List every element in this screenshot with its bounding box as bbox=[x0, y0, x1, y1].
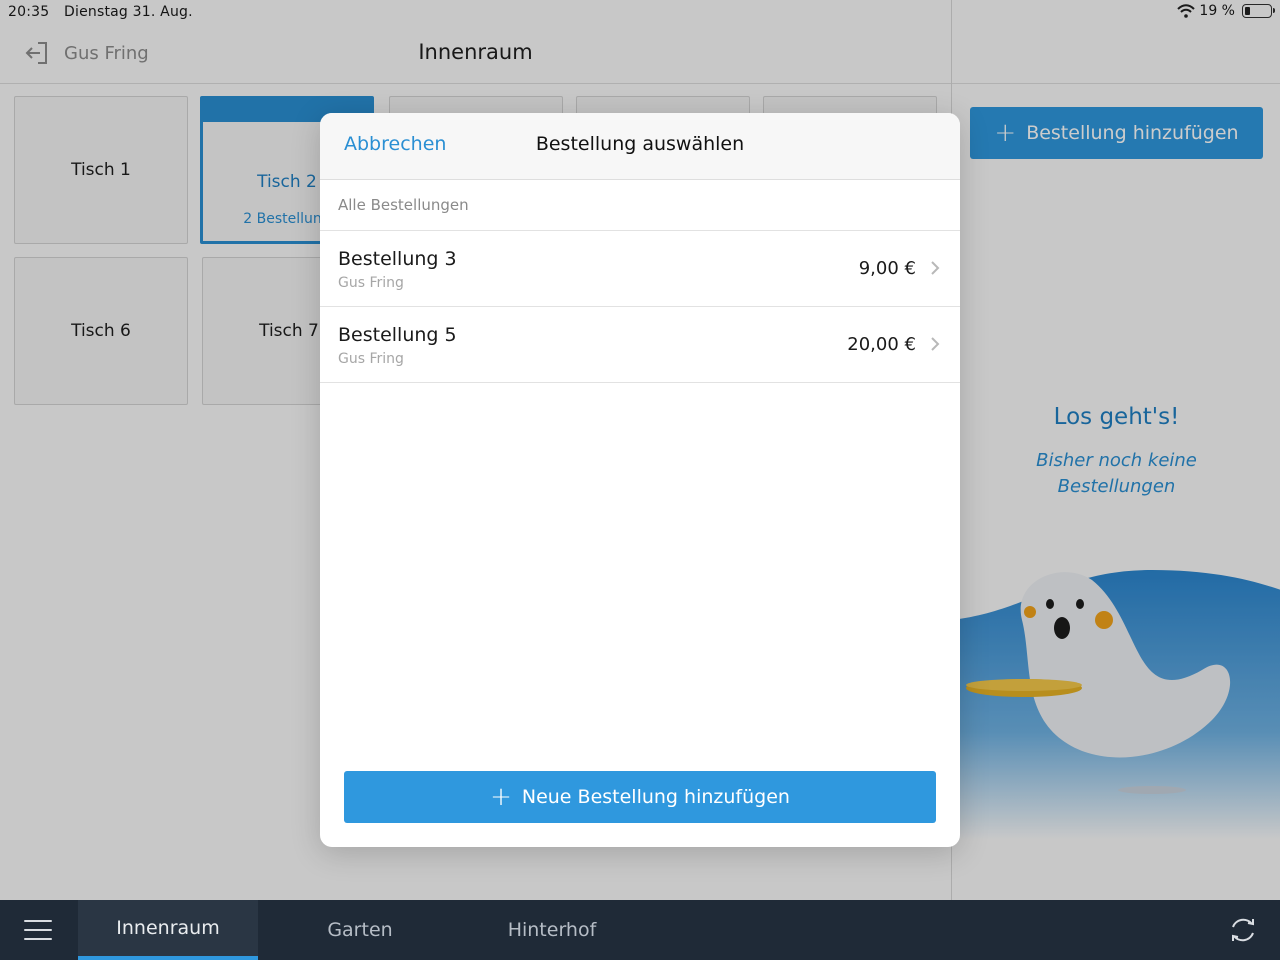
hamburger-menu-icon[interactable] bbox=[24, 920, 52, 940]
order-price: 9,00 € bbox=[858, 258, 916, 279]
dialog-header: Abbrechen Bestellung auswählen bbox=[320, 113, 960, 180]
order-price: 20,00 € bbox=[847, 334, 916, 355]
tab-label: Hinterhof bbox=[507, 919, 597, 941]
order-name: Bestellung 5 bbox=[338, 324, 457, 346]
order-user: Gus Fring bbox=[338, 351, 404, 367]
order-name: Bestellung 3 bbox=[338, 248, 457, 270]
bottom-tab-bar: Innenraum Garten Hinterhof bbox=[0, 900, 1280, 960]
tab-innenraum[interactable]: Innenraum bbox=[78, 900, 258, 960]
order-user: Gus Fring bbox=[338, 275, 404, 291]
section-label: Alle Bestellungen bbox=[338, 196, 469, 214]
plus-icon: + bbox=[490, 782, 512, 812]
dialog-title: Bestellung auswählen bbox=[535, 133, 745, 155]
order-row[interactable]: Bestellung 3 Gus Fring 9,00 € bbox=[320, 231, 960, 307]
select-order-dialog: Abbrechen Bestellung auswählen Alle Best… bbox=[320, 113, 960, 847]
order-row[interactable]: Bestellung 5 Gus Fring 20,00 € bbox=[320, 307, 960, 383]
new-order-label: Neue Bestellung hinzufügen bbox=[521, 786, 790, 808]
tab-label: Innenraum bbox=[116, 917, 220, 939]
tab-garten[interactable]: Garten bbox=[270, 900, 450, 960]
chevron-right-icon bbox=[931, 261, 940, 275]
sync-icon[interactable] bbox=[1228, 915, 1258, 945]
tab-hinterhof[interactable]: Hinterhof bbox=[462, 900, 642, 960]
tab-label: Garten bbox=[327, 919, 393, 941]
chevron-right-icon bbox=[931, 337, 940, 351]
new-order-button[interactable]: + Neue Bestellung hinzufügen bbox=[344, 771, 936, 823]
